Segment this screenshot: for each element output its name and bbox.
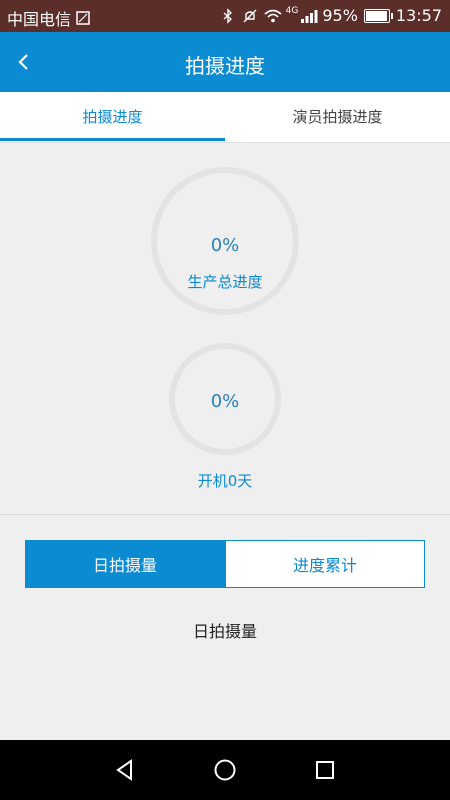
app-bar: 拍摄进度: [0, 32, 450, 92]
cumulative-progress-button[interactable]: 进度累计: [225, 540, 425, 588]
clock: 13:57: [395, 6, 442, 25]
shooting-progress-percent: 0%: [210, 391, 240, 412]
sim-icon: [75, 10, 91, 26]
shooting-days-label: 开机0天: [197, 472, 253, 490]
production-progress-label: 生产总进度: [187, 273, 263, 291]
status-bar: 中国电信 4G 95% 13:57: [0, 0, 450, 32]
circle-home-icon: [214, 759, 236, 781]
nav-recent-button[interactable]: [310, 755, 340, 785]
tab-bar: 拍摄进度 演员拍摄进度: [0, 92, 450, 143]
battery-percent: 95%: [322, 6, 358, 25]
daily-shooting-button[interactable]: 日拍摄量: [25, 540, 225, 588]
network-type: 4G: [285, 6, 299, 16]
tab-actor-shooting-progress[interactable]: 演员拍摄进度: [225, 92, 450, 142]
signal-icon: [300, 8, 318, 24]
nav-back-button[interactable]: [110, 755, 140, 785]
mute-icon: [242, 8, 258, 24]
battery-icon: [363, 8, 393, 23]
production-progress-percent: 0%: [210, 235, 240, 256]
section-title: 日拍摄量: [192, 622, 257, 641]
triangle-back-icon: [116, 759, 132, 781]
active-tab-indicator: [0, 138, 225, 141]
tab-shooting-progress[interactable]: 拍摄进度: [0, 92, 225, 142]
nav-home-button[interactable]: [210, 755, 240, 785]
divider: [0, 514, 450, 515]
square-recent-icon: [316, 761, 334, 779]
wifi-icon: [264, 8, 282, 24]
navigation-bar: [0, 740, 450, 800]
carrier-label: 中国电信: [7, 10, 72, 29]
battery-fill: [365, 10, 387, 21]
page-title: 拍摄进度: [185, 54, 265, 78]
bluetooth-icon: [220, 7, 236, 24]
